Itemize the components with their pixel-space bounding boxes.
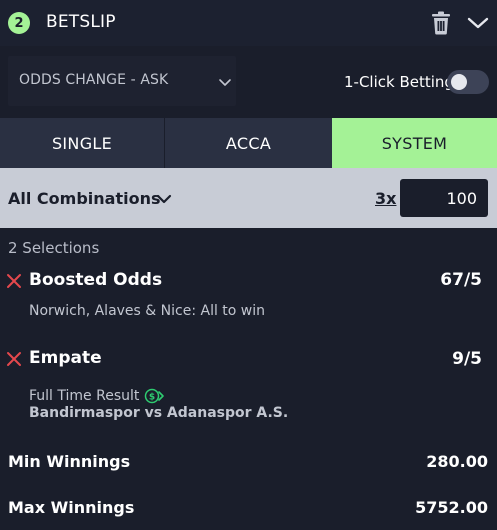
stake-input[interactable] xyxy=(400,179,488,217)
betslip-settings: ODDS CHANGE - ASK 1-Click Betting xyxy=(0,46,497,118)
odds-change-label: ODDS CHANGE - ASK xyxy=(19,72,169,88)
selection-description: Norwich, Alaves & Nice: All to win xyxy=(29,303,266,319)
svg-text:$: $ xyxy=(149,393,155,403)
combinations-dropdown[interactable]: All Combinations xyxy=(8,189,161,208)
odds-change-select[interactable]: ODDS CHANGE - ASK xyxy=(8,56,236,106)
chevron-down-icon xyxy=(218,74,232,88)
chevron-down-icon[interactable] xyxy=(466,11,490,35)
betslip-header[interactable]: 2 BETSLIP xyxy=(0,0,497,46)
min-winnings-value: 280.00 xyxy=(426,452,488,471)
selections-count: 2 Selections xyxy=(8,239,100,257)
selection-event: Bandirmaspor vs Adanaspor A.S. xyxy=(29,405,289,421)
max-winnings-label: Max Winnings xyxy=(8,498,135,517)
bet-type-tabs: SINGLE ACCA SYSTEM xyxy=(0,118,497,168)
combination-bar: All Combinations 3x xyxy=(0,168,497,228)
one-click-betting-toggle[interactable] xyxy=(447,70,489,94)
tab-system[interactable]: SYSTEM xyxy=(332,118,497,168)
selection-market: Full Time Result xyxy=(29,388,140,404)
close-icon[interactable] xyxy=(6,351,22,367)
selection-odds: 67/5 xyxy=(440,270,482,290)
min-winnings-row: Min Winnings 280.00 xyxy=(0,452,497,472)
max-winnings-row: Max Winnings 5752.00 xyxy=(0,498,497,518)
betslip-title: BETSLIP xyxy=(46,12,116,32)
selection-market-row: Full Time Result $ xyxy=(29,388,166,404)
trash-icon[interactable] xyxy=(430,11,452,35)
selection-name: Empate xyxy=(29,348,102,368)
selection-name: Boosted Odds xyxy=(29,270,163,290)
tab-acca[interactable]: ACCA xyxy=(165,118,332,168)
toggle-knob xyxy=(451,74,467,90)
cashout-icon: $ xyxy=(144,388,166,404)
selection-count-badge: 2 xyxy=(8,12,30,34)
tab-single[interactable]: SINGLE xyxy=(0,118,165,168)
close-icon[interactable] xyxy=(6,273,22,289)
one-click-betting-label: 1-Click Betting xyxy=(344,73,454,91)
max-winnings-value: 5752.00 xyxy=(415,498,488,517)
chevron-down-icon[interactable] xyxy=(156,191,172,207)
multiplier-link[interactable]: 3x xyxy=(375,189,396,208)
selection-odds: 9/5 xyxy=(452,349,482,369)
min-winnings-label: Min Winnings xyxy=(8,452,131,471)
